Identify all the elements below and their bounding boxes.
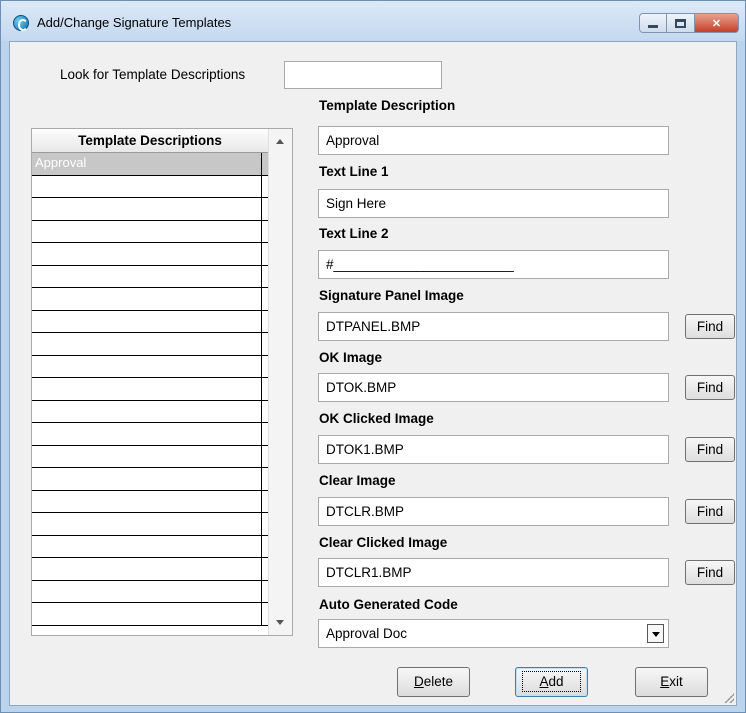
find-ok-clicked-image-button[interactable]: Find — [685, 437, 735, 462]
minimize-icon — [648, 24, 658, 28]
exit-accel: E — [660, 674, 670, 689]
list-scrollbar[interactable] — [268, 129, 292, 635]
text-line-2-field[interactable]: #________________________ — [318, 250, 669, 279]
list-item[interactable] — [32, 423, 268, 446]
maximize-icon — [675, 18, 686, 28]
maximize-button[interactable] — [667, 13, 695, 33]
list-item[interactable] — [32, 580, 268, 603]
list-item[interactable] — [32, 378, 268, 401]
list-item[interactable] — [32, 175, 268, 198]
dialog-body: Look for Template Descriptions Template … — [9, 41, 737, 706]
delete-accel: D — [413, 674, 424, 689]
auto-generated-code-value: Approval Doc — [326, 626, 408, 641]
clear-clicked-image-field[interactable]: DTCLR1.BMP — [318, 558, 669, 587]
template-description-field[interactable]: Approval — [318, 126, 669, 155]
dropdown-arrow-icon[interactable] — [647, 624, 664, 643]
list-item[interactable] — [32, 558, 268, 581]
list-item[interactable] — [32, 265, 268, 288]
list-item[interactable] — [32, 535, 268, 558]
close-icon: ✕ — [711, 17, 722, 30]
find-signature-panel-button[interactable]: Find — [685, 314, 735, 339]
list-item[interactable] — [32, 198, 268, 221]
list-item[interactable] — [32, 603, 268, 626]
list-item-label: Approval — [35, 155, 87, 170]
ok-clicked-image-field[interactable]: DTOK1.BMP — [318, 435, 669, 464]
list-item[interactable] — [32, 243, 268, 266]
auto-generated-code-select[interactable]: Approval Doc — [318, 619, 669, 648]
template-description-label: Template Description — [319, 98, 456, 113]
exit-button[interactable]: Exit — [635, 667, 708, 697]
clear-clicked-image-label: Clear Clicked Image — [319, 535, 448, 550]
dialog-window: Add/Change Signature Templates ✕ Look fo… — [0, 0, 746, 713]
list-header: Template Descriptions — [32, 129, 268, 153]
window-controls: ✕ — [639, 13, 739, 33]
look-for-input[interactable] — [284, 61, 442, 89]
title-bar[interactable]: Add/Change Signature Templates ✕ — [1, 1, 745, 41]
close-button[interactable]: ✕ — [695, 13, 739, 33]
resize-grip-icon[interactable] — [724, 693, 734, 703]
template-descriptions-list[interactable]: Template Descriptions Approval — [31, 128, 293, 636]
ok-image-field[interactable]: DTOK.BMP — [318, 373, 669, 402]
scroll-up-icon[interactable] — [276, 139, 284, 144]
list-item[interactable] — [32, 333, 268, 356]
minimize-button[interactable] — [639, 13, 667, 33]
find-clear-clicked-image-button[interactable]: Find — [685, 560, 735, 585]
window-title: Add/Change Signature Templates — [37, 15, 232, 30]
list-item[interactable] — [32, 513, 268, 536]
list-item[interactable] — [32, 445, 268, 468]
list-item[interactable]: Approval — [32, 153, 268, 176]
ok-image-label: OK Image — [319, 350, 383, 365]
signature-panel-image-field[interactable]: DTPANEL.BMP — [318, 312, 669, 341]
text-line-1-label: Text Line 1 — [319, 164, 389, 179]
list-item[interactable] — [32, 400, 268, 423]
text-line-1-field[interactable]: Sign Here — [318, 189, 669, 218]
text-line-2-label: Text Line 2 — [319, 226, 389, 241]
ok-clicked-image-label: OK Clicked Image — [319, 411, 434, 426]
add-button-label: Add — [522, 671, 581, 692]
delete-label-rest: elete — [423, 674, 454, 689]
exit-label-rest: xit — [669, 674, 683, 689]
clear-image-field[interactable]: DTCLR.BMP — [318, 497, 669, 526]
clear-image-label: Clear Image — [319, 473, 396, 488]
auto-generated-code-label: Auto Generated Code — [319, 597, 458, 612]
list-item[interactable] — [32, 220, 268, 243]
signature-panel-image-label: Signature Panel Image — [319, 288, 464, 303]
look-for-label: Look for Template Descriptions — [60, 67, 246, 82]
list-item[interactable] — [32, 355, 268, 378]
find-clear-image-button[interactable]: Find — [685, 499, 735, 524]
list-item[interactable] — [32, 468, 268, 491]
find-ok-image-button[interactable]: Find — [685, 375, 735, 400]
list-item[interactable] — [32, 310, 268, 333]
scroll-down-icon[interactable] — [276, 620, 284, 625]
add-button[interactable]: Add — [515, 667, 588, 697]
delete-button[interactable]: Delete — [397, 667, 470, 697]
list-item[interactable] — [32, 288, 268, 311]
app-icon — [13, 15, 29, 31]
list-rows: Approval — [32, 153, 268, 626]
list-item[interactable] — [32, 490, 268, 513]
